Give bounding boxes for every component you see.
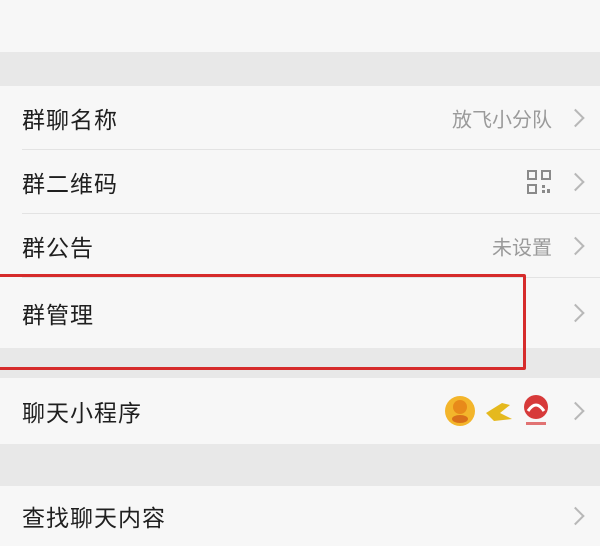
row-label: 群管理 bbox=[22, 303, 94, 329]
mini-program-app-icon-2 bbox=[486, 403, 512, 421]
row-group-qr-code[interactable]: 群二维码 bbox=[0, 150, 600, 214]
row-group-announcement[interactable]: 群公告 未设置 bbox=[0, 214, 600, 278]
qr-code-icon bbox=[527, 170, 551, 194]
chevron-right-icon bbox=[566, 108, 585, 128]
row-label: 群二维码 bbox=[22, 172, 118, 198]
mini-program-app-icon-1 bbox=[445, 396, 475, 426]
row-group-name[interactable]: 群聊名称 放飞小分队 bbox=[0, 86, 600, 150]
row-search-chat-history[interactable]: 查找聊天内容 bbox=[0, 486, 600, 546]
section-gap bbox=[0, 52, 600, 86]
chevron-right-icon bbox=[566, 172, 585, 192]
row-group-management[interactable]: 群管理 bbox=[0, 278, 600, 348]
section-gap bbox=[0, 444, 600, 486]
row-value: 未设置 bbox=[492, 235, 552, 260]
mini-program-app-icon-3 bbox=[524, 395, 548, 425]
chevron-right-icon bbox=[566, 506, 585, 526]
row-label: 查找聊天内容 bbox=[22, 506, 166, 532]
mini-program-icons bbox=[445, 395, 548, 426]
chevron-right-icon bbox=[566, 401, 585, 421]
top-section bbox=[0, 0, 600, 52]
chevron-right-icon bbox=[566, 303, 585, 323]
row-label: 群公告 bbox=[22, 236, 94, 262]
row-value: 放飞小分队 bbox=[452, 107, 552, 132]
row-label: 群聊名称 bbox=[22, 108, 118, 134]
section-gap bbox=[0, 348, 600, 378]
row-label: 聊天小程序 bbox=[22, 401, 142, 427]
row-chat-mini-programs[interactable]: 聊天小程序 bbox=[0, 378, 600, 444]
chevron-right-icon bbox=[566, 236, 585, 256]
